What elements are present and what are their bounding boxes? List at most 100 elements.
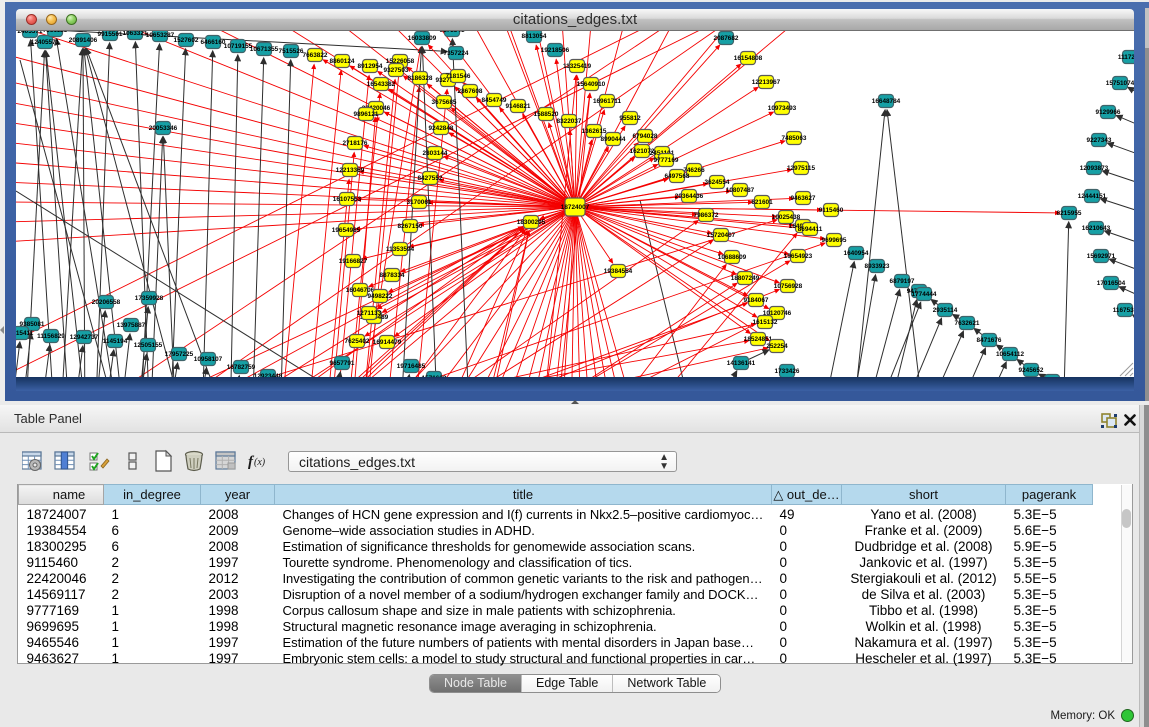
svg-text:3675685: 3675685	[432, 99, 457, 106]
svg-text:3915411: 3915411	[16, 330, 34, 337]
svg-text:19654923: 19654923	[784, 253, 813, 260]
svg-text:20053346: 20053346	[149, 125, 178, 132]
svg-text:2405571: 2405571	[18, 31, 43, 35]
svg-text:10654112: 10654112	[996, 351, 1025, 358]
svg-text:1063321: 1063321	[123, 31, 148, 37]
svg-text:8471676: 8471676	[977, 337, 1002, 344]
svg-text:16648784: 16648784	[872, 98, 901, 105]
svg-text:3170061: 3170061	[407, 199, 432, 206]
svg-text:8813054: 8813054	[522, 33, 547, 40]
svg-text:8427552: 8427552	[418, 175, 443, 182]
svg-text:12975115: 12975115	[787, 165, 816, 172]
svg-text:1117244: 1117244	[1118, 54, 1134, 61]
svg-text:16782759: 16782759	[227, 364, 256, 371]
svg-text:19716485: 19716485	[397, 363, 426, 370]
svg-text:18807249: 18807249	[731, 275, 760, 282]
svg-text:16033809: 16033809	[408, 35, 437, 42]
svg-text:11156829: 11156829	[37, 333, 65, 340]
svg-text:12505155: 12505155	[134, 342, 163, 349]
svg-text:9498222: 9498222	[368, 293, 393, 300]
svg-text:9777169: 9777169	[654, 157, 679, 164]
svg-text:7485063: 7485063	[782, 135, 807, 142]
svg-text:12213967: 12213967	[752, 79, 781, 86]
svg-text:10719155: 10719155	[224, 43, 253, 50]
svg-text:1167533: 1167533	[1113, 307, 1134, 314]
svg-text:12444151: 12444151	[1078, 193, 1107, 200]
svg-text:18300295: 18300295	[517, 219, 546, 226]
svg-text:8694411: 8694411	[798, 226, 823, 233]
svg-text:12213369: 12213369	[336, 167, 365, 174]
svg-text:8186328: 8186328	[408, 75, 433, 82]
svg-text:17957225: 17957225	[165, 351, 194, 358]
svg-text:2803144: 2803144	[423, 150, 448, 157]
svg-text:7357224: 7357224	[444, 50, 469, 57]
svg-text:16210643: 16210643	[1082, 225, 1111, 232]
svg-text:2087682: 2087682	[714, 35, 739, 42]
svg-text:10807487: 10807487	[726, 187, 755, 194]
svg-text:18724007: 18724007	[561, 204, 590, 211]
svg-text:9227343: 9227343	[1087, 137, 1112, 144]
svg-text:6794028: 6794028	[633, 133, 658, 140]
svg-text:7663822: 7663822	[303, 52, 328, 59]
svg-text:(x): (x)	[254, 457, 266, 468]
svg-text:9463627: 9463627	[791, 195, 816, 202]
svg-text:20364436: 20364436	[675, 193, 704, 200]
svg-text:10653287: 10653287	[146, 32, 175, 39]
svg-text:7181546: 7181546	[446, 73, 471, 80]
svg-text:10671355: 10671355	[250, 46, 279, 53]
svg-text:1774444: 1774444	[912, 291, 937, 298]
svg-text:8215955: 8215955	[1057, 210, 1082, 217]
svg-text:1362615: 1362615	[582, 128, 607, 135]
svg-text:17016504: 17016504	[1097, 280, 1126, 287]
svg-text:15751074: 15751074	[1106, 80, 1134, 87]
svg-text:9129966: 9129966	[1096, 109, 1121, 116]
svg-text:16107553: 16107553	[333, 196, 362, 203]
svg-text:2718176: 2718176	[343, 140, 368, 147]
svg-text:10756928: 10756928	[774, 283, 803, 290]
svg-text:7632621: 7632621	[955, 320, 980, 327]
svg-text:12093873: 12093873	[1080, 165, 1109, 172]
svg-text:9915561: 9915561	[98, 31, 123, 38]
svg-text:7515526: 7515526	[279, 48, 304, 55]
svg-text:1527602: 1527602	[174, 37, 199, 44]
svg-text:16914479: 16914479	[373, 339, 402, 346]
svg-text:15720407: 15720407	[707, 232, 736, 239]
svg-text:2867608: 2867608	[458, 88, 483, 95]
svg-text:9657791: 9657791	[330, 360, 355, 367]
svg-text:19218506: 19218506	[541, 47, 570, 54]
svg-text:9242848: 9242848	[429, 125, 454, 132]
svg-text:7551123: 7551123	[43, 31, 68, 34]
svg-text:955812: 955812	[619, 115, 641, 122]
svg-text:7986372: 7986372	[694, 212, 719, 219]
svg-text:20206558: 20206558	[92, 299, 121, 306]
svg-text:8933923: 8933923	[865, 263, 890, 270]
svg-text:13975887: 13975887	[117, 322, 146, 329]
svg-text:1588520: 1588520	[534, 111, 559, 118]
svg-text:16543382: 16543382	[367, 81, 396, 88]
svg-text:9146821: 9146821	[506, 103, 531, 110]
svg-text:19166827: 19166827	[339, 258, 368, 265]
svg-text:8990444: 8990444	[601, 136, 626, 143]
svg-text:252254: 252254	[766, 343, 788, 350]
svg-text:14136141: 14136141	[727, 360, 756, 367]
svg-text:8878334: 8878334	[380, 272, 405, 279]
svg-text:1640954: 1640954	[844, 250, 869, 257]
svg-text:8454749: 8454749	[482, 97, 507, 104]
svg-text:15692971: 15692971	[1087, 253, 1116, 260]
svg-text:1615132: 1615132	[753, 319, 778, 326]
svg-text:19654985: 19654985	[332, 227, 361, 234]
svg-text:9273341: 9273341	[440, 31, 465, 34]
svg-text:1145194: 1145194	[103, 338, 128, 345]
svg-text:2935114: 2935114	[933, 307, 958, 314]
svg-text:11353594: 11353594	[386, 246, 415, 253]
svg-text:16154808: 16154808	[734, 55, 763, 62]
svg-text:10973493: 10973493	[768, 105, 797, 112]
svg-text:20891406: 20891406	[69, 37, 98, 44]
svg-text:10688609: 10688609	[718, 254, 747, 261]
svg-text:15640910: 15640910	[577, 81, 606, 88]
svg-text:18524851: 18524851	[744, 336, 773, 343]
svg-text:1733426: 1733426	[775, 368, 800, 375]
svg-text:621601: 621601	[751, 199, 773, 206]
svg-text:9699695: 9699695	[822, 237, 847, 244]
svg-text:10958107: 10958107	[194, 356, 223, 363]
